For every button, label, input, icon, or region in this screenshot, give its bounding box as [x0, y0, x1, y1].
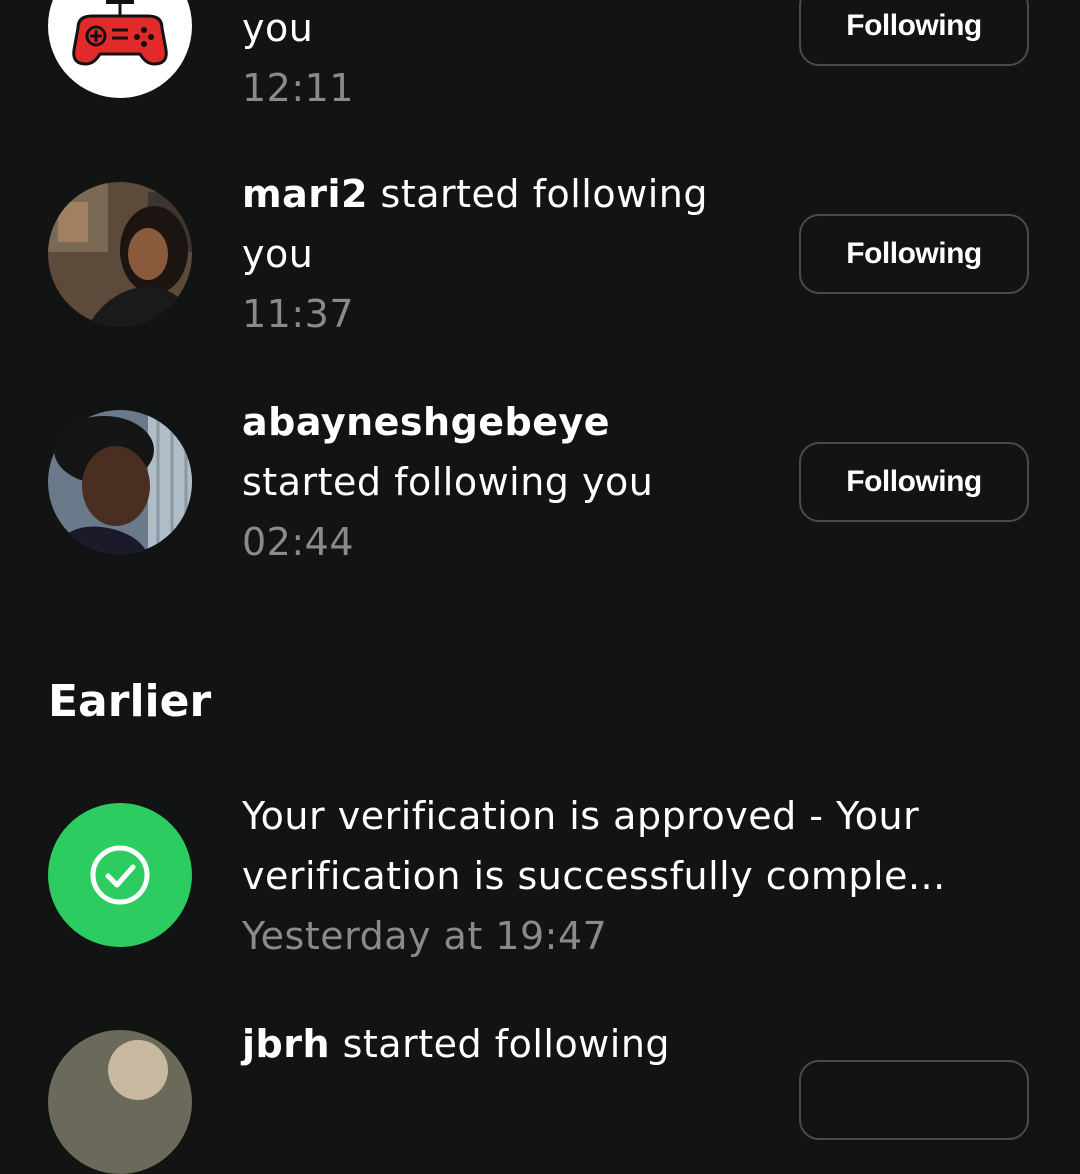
- section-title-earlier: Earlier: [48, 676, 212, 727]
- username[interactable]: mari2: [242, 172, 368, 216]
- profile-photo: [48, 182, 192, 326]
- notification-line-1: Your verification is approved - Your: [242, 794, 920, 838]
- notification-text: jbrh started following: [242, 1014, 670, 1074]
- avatar[interactable]: [48, 182, 192, 326]
- notification-line: you: [242, 6, 314, 50]
- notification-time: 12:11: [242, 66, 355, 110]
- notification-text: mari2 started following you 11:37: [242, 164, 708, 344]
- notification-line-1: mari2 started following: [242, 164, 708, 224]
- avatar[interactable]: [48, 410, 192, 554]
- username[interactable]: jbrh: [242, 1022, 330, 1066]
- notification-time: 11:37: [242, 292, 355, 336]
- gamepad-icon: [72, 0, 168, 66]
- verification-avatar: [48, 803, 192, 947]
- notification-line-1: jbrh started following: [242, 1014, 670, 1074]
- profile-photo: [48, 410, 192, 554]
- username[interactable]: abayneshgebeye: [242, 400, 610, 444]
- notification-text: you 12:11: [242, 0, 354, 118]
- following-button[interactable]: Following: [799, 442, 1029, 522]
- avatar[interactable]: [48, 1030, 192, 1174]
- following-button[interactable]: Following: [799, 214, 1029, 294]
- notification-line-2: you: [242, 232, 314, 276]
- avatar[interactable]: [48, 0, 192, 98]
- notification-time: 02:44: [242, 520, 355, 564]
- notification-line-1: abayneshgebeye: [242, 392, 653, 452]
- following-button[interactable]: [799, 1060, 1029, 1140]
- notification-text: abayneshgebeye started following you 02:…: [242, 392, 653, 572]
- check-circle-icon: [90, 845, 150, 905]
- following-button[interactable]: Following: [799, 0, 1029, 66]
- action-text: started following: [367, 172, 708, 216]
- notification-time: Yesterday at 19:47: [242, 914, 608, 958]
- notification-line-2: started following you: [242, 460, 654, 504]
- notification-line-2: verification is successfully comple...: [242, 854, 946, 898]
- profile-photo: [48, 1030, 192, 1174]
- action-text: started following: [330, 1022, 671, 1066]
- verification-text[interactable]: Your verification is approved - Your ver…: [242, 786, 946, 966]
